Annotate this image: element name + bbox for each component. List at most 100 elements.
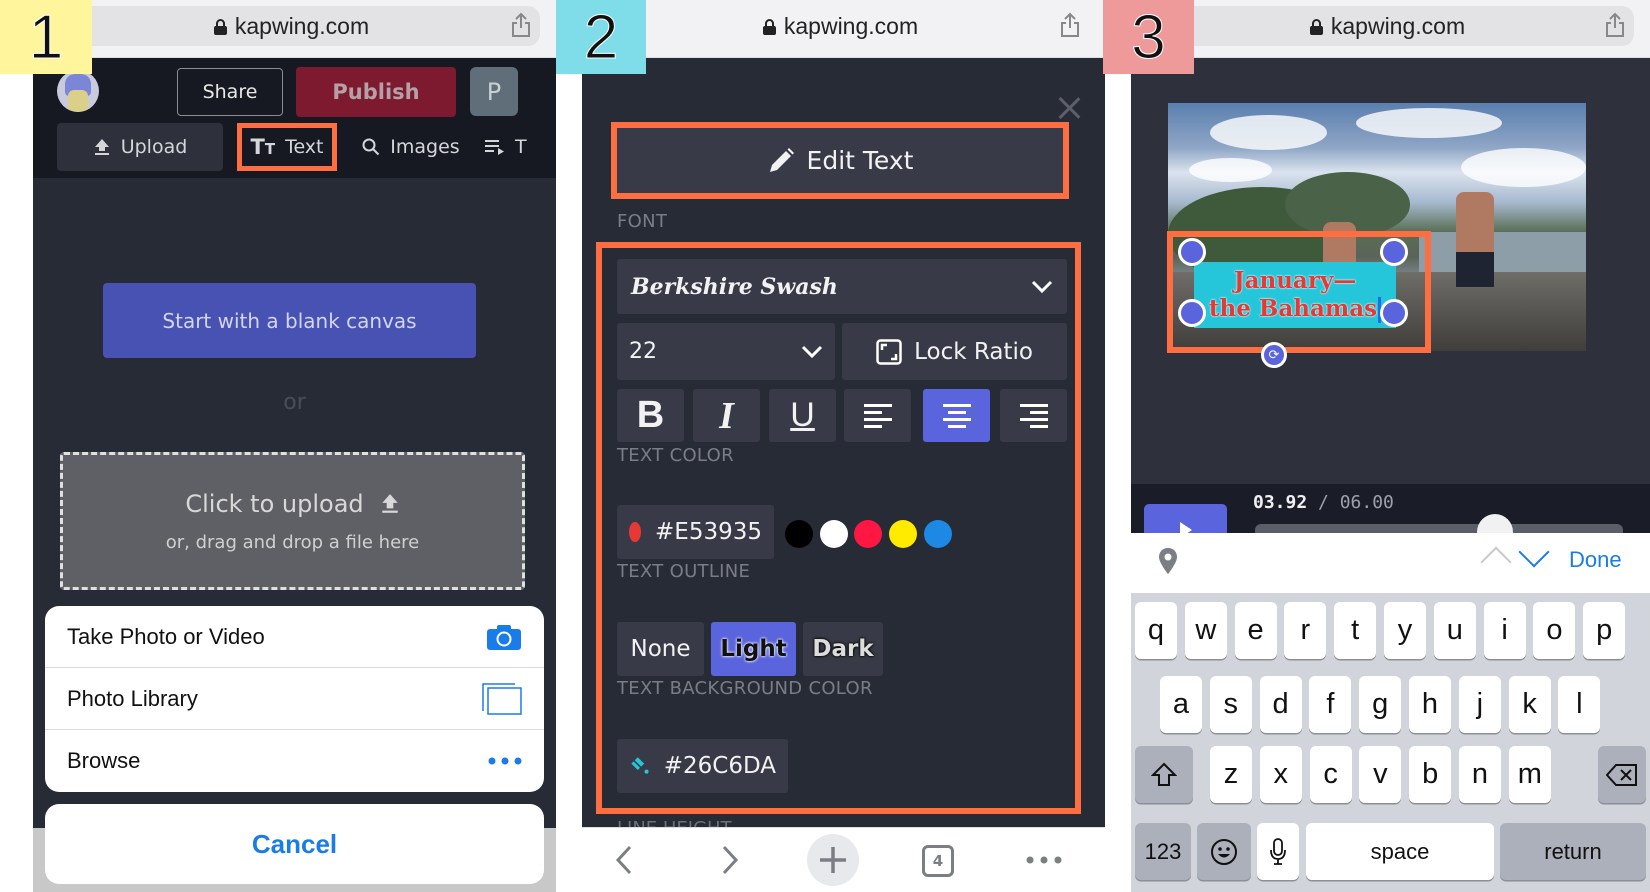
current-color-dot bbox=[629, 522, 642, 542]
key-w[interactable]: w bbox=[1184, 602, 1227, 659]
emoji-key[interactable] bbox=[1197, 823, 1251, 880]
chevron-left-icon bbox=[615, 845, 632, 875]
numbers-key[interactable]: 123 bbox=[1135, 823, 1191, 880]
microphone-icon bbox=[1270, 837, 1286, 865]
key-a[interactable]: a bbox=[1160, 676, 1202, 733]
key-i[interactable]: i bbox=[1483, 602, 1526, 659]
done-button[interactable]: Done bbox=[1569, 547, 1622, 573]
align-right-button[interactable] bbox=[1000, 389, 1067, 442]
edit-text-button[interactable]: Edit Text bbox=[611, 122, 1069, 199]
share-button[interactable]: Share bbox=[177, 68, 283, 116]
profile-button[interactable]: P bbox=[470, 67, 518, 116]
upload-dropzone[interactable]: Click to upload or, drag and drop a file… bbox=[60, 452, 525, 590]
font-family-select[interactable]: Berkshire Swash bbox=[617, 259, 1067, 314]
safari-address-bar: kapwing.com bbox=[1131, 0, 1650, 58]
key-h[interactable]: h bbox=[1409, 676, 1451, 733]
url-field[interactable]: kapwing.com bbox=[592, 6, 1089, 46]
key-y[interactable]: y bbox=[1384, 602, 1426, 659]
emoji-icon bbox=[1211, 838, 1237, 865]
key-c[interactable]: c bbox=[1309, 746, 1352, 803]
action-cancel-button[interactable]: Cancel bbox=[45, 804, 544, 884]
blank-canvas-button[interactable]: Start with a blank canvas bbox=[103, 283, 476, 358]
key-o[interactable]: o bbox=[1533, 602, 1576, 659]
key-u[interactable]: u bbox=[1433, 602, 1476, 659]
bg-color-picker[interactable]: #26C6DA bbox=[617, 739, 788, 793]
forward-button[interactable] bbox=[710, 838, 750, 882]
url-field[interactable]: kapwing.com bbox=[1141, 6, 1634, 46]
key-k[interactable]: k bbox=[1508, 676, 1551, 733]
location-pin-icon[interactable] bbox=[1158, 547, 1178, 575]
key-d[interactable]: d bbox=[1259, 676, 1302, 733]
key-q[interactable]: q bbox=[1135, 602, 1177, 659]
tab-more[interactable]: T bbox=[485, 123, 545, 171]
share-icon[interactable] bbox=[1604, 12, 1626, 38]
url-field[interactable]: kapwing.com bbox=[43, 6, 540, 46]
new-tab-button[interactable] bbox=[807, 834, 859, 886]
space-key[interactable]: space bbox=[1306, 823, 1494, 880]
swatch-yellow[interactable] bbox=[889, 520, 917, 548]
text-color-picker[interactable]: #E53935 bbox=[617, 505, 774, 559]
font-size-select[interactable]: 22 bbox=[617, 323, 835, 380]
tab-images[interactable]: Images bbox=[351, 123, 471, 171]
shift-key[interactable] bbox=[1135, 746, 1193, 803]
key-l[interactable]: l bbox=[1558, 676, 1601, 733]
previous-field-button[interactable] bbox=[1480, 546, 1512, 578]
outline-light-button[interactable]: Light bbox=[711, 622, 796, 676]
key-e[interactable]: e bbox=[1234, 602, 1277, 659]
swatch-white[interactable] bbox=[820, 520, 848, 548]
resize-handle-top-left[interactable] bbox=[1178, 238, 1206, 266]
delete-key[interactable] bbox=[1598, 746, 1646, 803]
key-s[interactable]: s bbox=[1209, 676, 1252, 733]
tab-text[interactable]: TT Text bbox=[237, 123, 337, 171]
time-separator: / bbox=[1307, 492, 1340, 513]
step-3-badge: 3 bbox=[1103, 0, 1194, 74]
lock-ratio-button[interactable]: Lock Ratio bbox=[842, 323, 1067, 380]
key-g[interactable]: g bbox=[1359, 676, 1402, 733]
key-m[interactable]: m bbox=[1508, 746, 1551, 803]
action-take-photo[interactable]: Take Photo or Video bbox=[45, 606, 544, 668]
action-browse[interactable]: Browse bbox=[45, 730, 544, 792]
close-icon[interactable] bbox=[1057, 96, 1081, 120]
publish-button[interactable]: Publish bbox=[296, 67, 456, 117]
align-left-button[interactable] bbox=[844, 389, 911, 442]
align-right-icon bbox=[1019, 403, 1048, 428]
user-avatar[interactable] bbox=[57, 70, 99, 112]
rotate-handle[interactable]: ⟳ bbox=[1261, 342, 1287, 368]
key-b[interactable]: b bbox=[1409, 746, 1452, 803]
swatch-red[interactable] bbox=[854, 520, 882, 548]
resize-handle-top-right[interactable] bbox=[1380, 238, 1408, 266]
next-field-button[interactable] bbox=[1518, 536, 1550, 568]
key-r[interactable]: r bbox=[1284, 602, 1327, 659]
key-v[interactable]: v bbox=[1359, 746, 1402, 803]
text-layer[interactable]: January— the Bahamas bbox=[1194, 262, 1396, 328]
key-f[interactable]: f bbox=[1309, 676, 1352, 733]
resize-handle-bottom-left[interactable] bbox=[1178, 299, 1206, 327]
time-total: 06.00 bbox=[1339, 492, 1394, 513]
dictation-key[interactable] bbox=[1257, 823, 1299, 880]
align-center-button[interactable] bbox=[923, 389, 990, 442]
return-key[interactable]: return bbox=[1500, 823, 1646, 880]
swatch-black[interactable] bbox=[785, 520, 813, 548]
swatch-blue[interactable] bbox=[924, 520, 952, 548]
outline-dark-button[interactable]: Dark bbox=[803, 622, 883, 676]
share-icon[interactable] bbox=[510, 12, 532, 38]
key-t[interactable]: t bbox=[1334, 602, 1377, 659]
key-z[interactable]: z bbox=[1210, 746, 1252, 803]
share-icon[interactable] bbox=[1059, 12, 1081, 38]
key-x[interactable]: x bbox=[1259, 746, 1302, 803]
resize-handle-bottom-right[interactable] bbox=[1380, 299, 1408, 327]
tabs-button[interactable]: 4 bbox=[922, 845, 954, 877]
tab-upload[interactable]: Upload bbox=[57, 123, 223, 171]
font-size-value: 22 bbox=[629, 339, 657, 364]
key-j[interactable]: j bbox=[1458, 676, 1501, 733]
bold-button[interactable]: B bbox=[617, 389, 684, 442]
back-button[interactable] bbox=[604, 838, 644, 882]
more-options-button[interactable] bbox=[1022, 838, 1066, 882]
outline-none-button[interactable]: None bbox=[617, 622, 704, 676]
key-n[interactable]: n bbox=[1459, 746, 1501, 803]
italic-button[interactable]: I bbox=[693, 389, 760, 442]
tab-images-label: Images bbox=[390, 136, 460, 158]
action-photo-library[interactable]: Photo Library bbox=[45, 668, 544, 730]
underline-button[interactable]: U bbox=[769, 389, 836, 442]
key-p[interactable]: p bbox=[1583, 602, 1626, 659]
